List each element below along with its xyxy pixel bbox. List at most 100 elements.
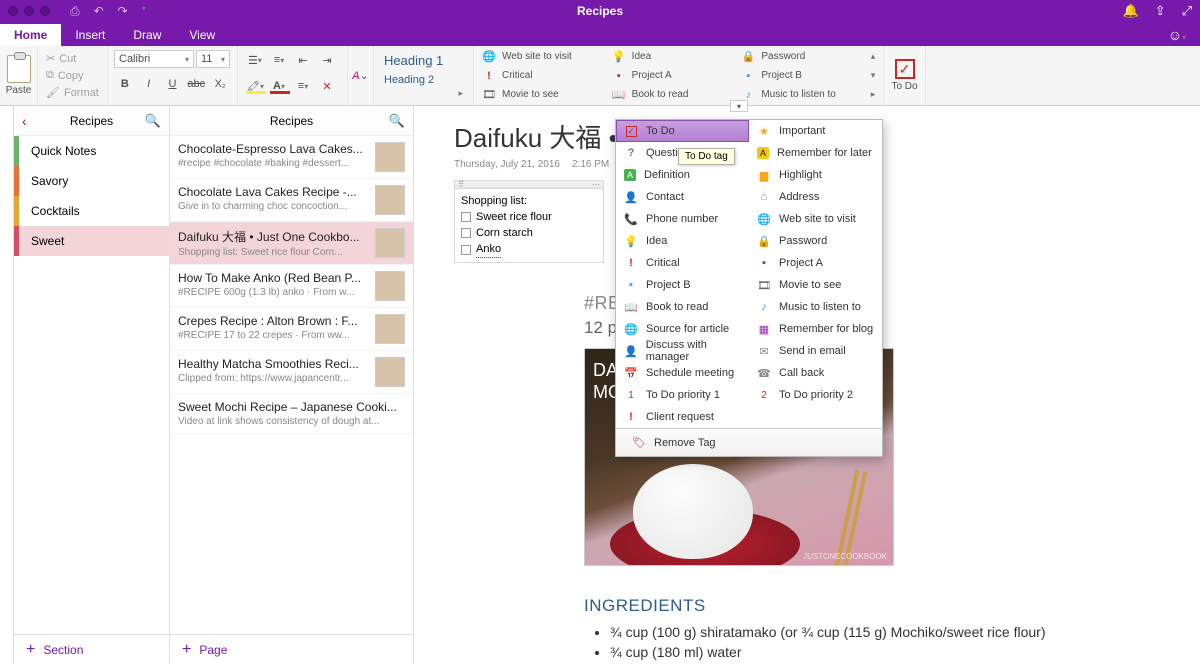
feedback-smile-icon[interactable]: ☺︎▾ xyxy=(1162,24,1192,46)
style-heading1[interactable]: Heading 1 xyxy=(384,53,463,68)
tag-menu-item[interactable]: 🔒Password xyxy=(749,230,882,252)
container-handle[interactable]: ⠿⋯ xyxy=(455,181,603,189)
clear-format-icon[interactable]: A⌄ xyxy=(350,66,372,86)
qat-caret-icon[interactable]: ▾ xyxy=(142,4,146,19)
tag-critical[interactable]: !Critical xyxy=(478,67,606,84)
page-item[interactable]: Sweet Mochi Recipe – Japanese Cooki...Vi… xyxy=(170,394,413,434)
tag-menu-item[interactable]: ▪Project B xyxy=(616,274,749,296)
tag-menu-item[interactable]: 👤Discuss with manager xyxy=(616,340,749,362)
page-item[interactable]: Chocolate Lava Cakes Recipe -...Give in … xyxy=(170,179,413,222)
tag-menu-item[interactable]: 🌐Web site to visit xyxy=(749,208,882,230)
tag-menu-item[interactable]: ▦Remember for blog xyxy=(749,318,882,340)
tag-menu-item[interactable]: 🌐Source for article xyxy=(616,318,749,340)
tag-menu-item[interactable]: ADefinition xyxy=(616,164,749,186)
bell-icon[interactable]: 🔔 xyxy=(1123,3,1139,19)
tags-down-icon[interactable]: ▾ xyxy=(867,67,879,84)
cut-button[interactable]: ✂Cut xyxy=(44,51,101,66)
shopping-item[interactable]: Anko xyxy=(461,241,597,258)
zoom-dot[interactable] xyxy=(40,6,50,16)
checkbox-icon[interactable] xyxy=(461,212,471,222)
page-item[interactable]: Daifuku 大福 • Just One Cookbo...Shopping … xyxy=(170,222,413,265)
todo-button[interactable]: ✓ To Do xyxy=(884,46,926,105)
font-family-select[interactable]: Calibri▾ xyxy=(114,50,194,68)
tag-menu-item[interactable]: 💡Idea xyxy=(616,230,749,252)
tag-menu-item[interactable]: ★Important xyxy=(749,120,882,142)
styles-expand-icon[interactable]: ▸ xyxy=(458,88,463,99)
outdent-button[interactable]: ⇤ xyxy=(292,50,314,70)
tag-website[interactable]: 🌐Web site to visit xyxy=(478,48,606,65)
format-painter-button[interactable]: 🖌Format xyxy=(44,85,101,100)
shopping-container[interactable]: ⠿⋯ Shopping list: Sweet rice flour Corn … xyxy=(454,180,604,263)
numbering-button[interactable]: ≡▾ xyxy=(268,50,290,70)
tag-menu-item[interactable]: ✓To Do xyxy=(616,120,749,142)
tag-menu-item[interactable]: !Client request xyxy=(616,406,749,428)
min-dot[interactable] xyxy=(24,6,34,16)
tag-menu-item[interactable]: 📞Phone number xyxy=(616,208,749,230)
checkbox-icon[interactable] xyxy=(461,245,471,255)
section-item[interactable]: Quick Notes xyxy=(14,136,169,166)
tag-menu-item[interactable]: ♪Music to listen to xyxy=(749,296,882,318)
tag-projectb[interactable]: ▪Project B xyxy=(737,67,865,84)
italic-button[interactable]: I xyxy=(138,74,160,94)
tags-up-icon[interactable]: ▴ xyxy=(867,48,879,65)
align-button[interactable]: ≡▾ xyxy=(292,76,314,96)
section-item[interactable]: Sweet xyxy=(14,226,169,256)
tag-movie[interactable]: 🎞Movie to see xyxy=(478,86,606,103)
tag-menu-item[interactable]: ▆Highlight xyxy=(749,164,882,186)
shopping-item[interactable]: Sweet rice flour xyxy=(461,209,597,225)
remove-tag-button[interactable]: 🏷 Remove Tag xyxy=(616,428,882,456)
fullscreen-icon[interactable]: ⤢ xyxy=(1182,3,1192,19)
add-page-button[interactable]: + Page xyxy=(170,634,413,664)
checkbox-icon[interactable] xyxy=(461,228,471,238)
tag-book[interactable]: 📖Book to read xyxy=(608,86,736,103)
highlight-button[interactable]: 🖍▾ xyxy=(244,76,266,96)
page-item[interactable]: Healthy Matcha Smoothies Reci...Clipped … xyxy=(170,351,413,394)
indent-button[interactable]: ⇥ xyxy=(316,50,338,70)
bullets-button[interactable]: ☰▾ xyxy=(244,50,266,70)
tag-menu-item[interactable]: ▪Project A xyxy=(749,252,882,274)
tag-menu-item[interactable]: ✉Send in email xyxy=(749,340,882,362)
tag-projecta[interactable]: ▪Project A xyxy=(608,67,736,84)
tags-expand-icon[interactable]: ▸ xyxy=(867,86,879,103)
styles-gallery[interactable]: Heading 1 Heading 2 ▸ xyxy=(374,46,474,105)
tag-menu-item[interactable]: 👤Contact xyxy=(616,186,749,208)
tag-menu-item[interactable]: 📅Schedule meeting xyxy=(616,362,749,384)
tag-password[interactable]: 🔒Password xyxy=(737,48,865,65)
page-item[interactable]: How To Make Anko (Red Bean P...#RECIPE 6… xyxy=(170,265,413,308)
tag-menu-item[interactable]: 🎞Movie to see xyxy=(749,274,882,296)
section-item[interactable]: Savory xyxy=(14,166,169,196)
tag-menu-item[interactable]: !Critical xyxy=(616,252,749,274)
copy-button[interactable]: ⧉Copy xyxy=(44,68,101,83)
page-item[interactable]: Chocolate-Espresso Lava Cakes...#recipe … xyxy=(170,136,413,179)
style-heading2[interactable]: Heading 2 xyxy=(384,74,463,86)
page-item[interactable]: Crepes Recipe : Alton Brown : F...#RECIP… xyxy=(170,308,413,351)
strike-button[interactable]: abc xyxy=(185,74,207,94)
share-icon[interactable]: ⇪ xyxy=(1155,3,1166,19)
tag-menu-item[interactable] xyxy=(749,406,882,428)
redo-icon[interactable]: ↷ xyxy=(118,4,128,19)
tag-menu-item[interactable]: ☎Call back xyxy=(749,362,882,384)
tag-menu-item[interactable]: ARemember for later xyxy=(749,142,882,164)
tag-idea[interactable]: 💡Idea xyxy=(608,48,736,65)
shopping-item[interactable]: Corn starch xyxy=(461,225,597,241)
font-size-select[interactable]: 11▾ xyxy=(196,50,230,68)
section-item[interactable]: Cocktails xyxy=(14,196,169,226)
close-dot[interactable] xyxy=(8,6,18,16)
bold-button[interactable]: B xyxy=(114,74,136,94)
underline-button[interactable]: U xyxy=(162,74,184,94)
search-icon-2[interactable]: 🔍 xyxy=(389,113,405,129)
back-icon[interactable]: ‹ xyxy=(22,113,27,129)
tag-music[interactable]: ♪Music to listen to xyxy=(737,86,865,103)
undo-icon[interactable]: ↶ xyxy=(94,4,104,19)
tag-menu-item[interactable]: 📖Book to read xyxy=(616,296,749,318)
clear-format-button[interactable]: ✕ xyxy=(316,76,338,96)
paste-button[interactable]: Paste xyxy=(0,46,38,105)
subscript-button[interactable]: X₂ xyxy=(209,74,231,94)
tab-view[interactable]: View xyxy=(175,24,229,46)
add-section-button[interactable]: + Section xyxy=(14,634,169,664)
tag-menu-item[interactable]: 2To Do priority 2 xyxy=(749,384,882,406)
tab-home[interactable]: Home xyxy=(0,24,61,46)
tab-insert[interactable]: Insert xyxy=(61,24,119,46)
tag-menu-item[interactable]: ⌂Address xyxy=(749,186,882,208)
font-color-button[interactable]: A▾ xyxy=(268,76,290,96)
